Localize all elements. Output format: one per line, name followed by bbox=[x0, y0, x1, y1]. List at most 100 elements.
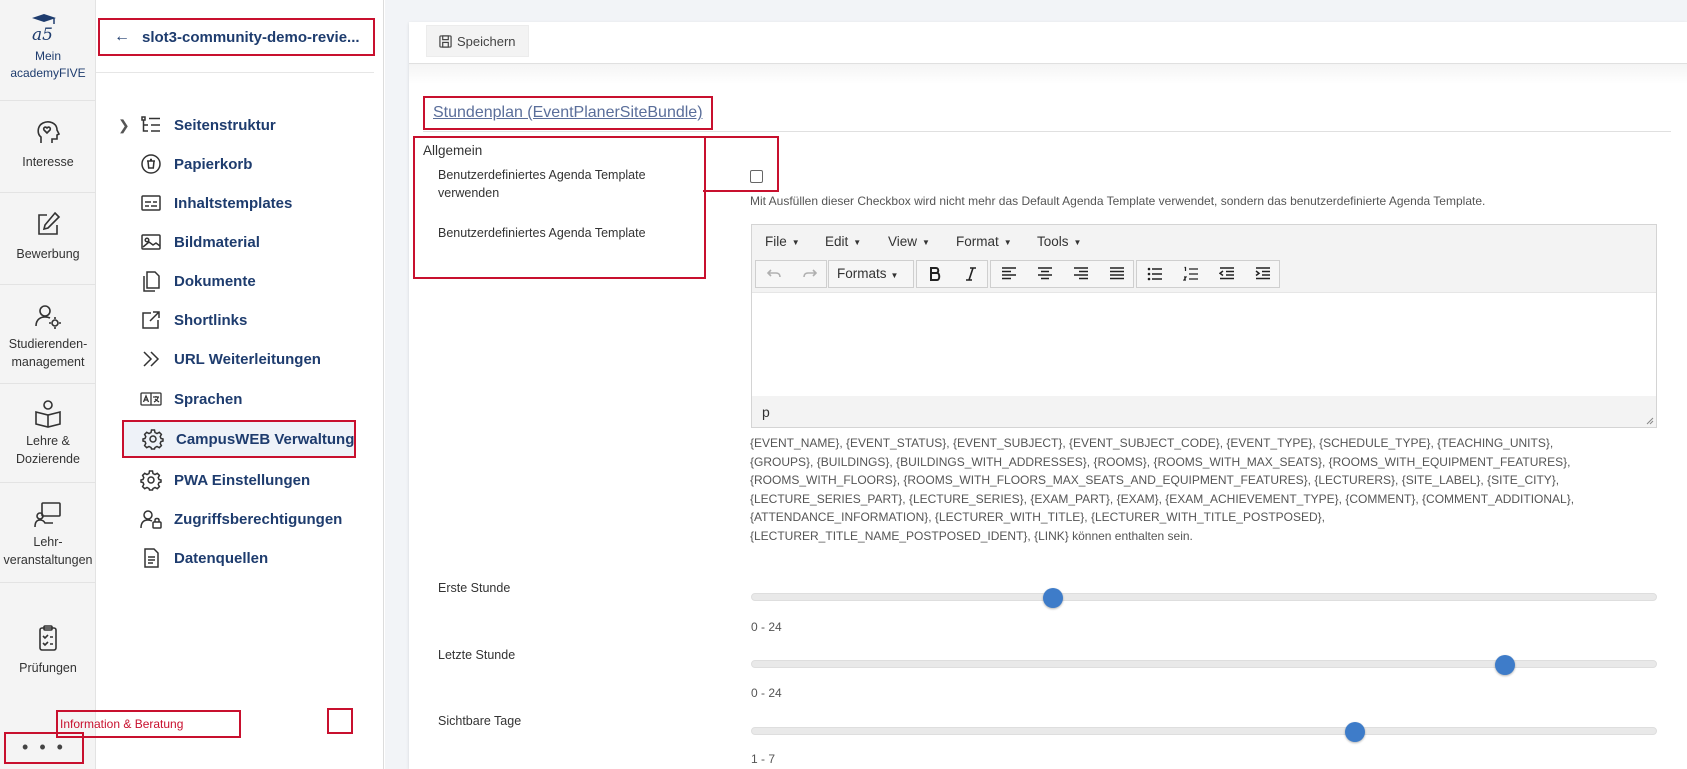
language-icon bbox=[140, 392, 162, 406]
indent-icon bbox=[1255, 267, 1270, 280]
element-path[interactable]: p bbox=[762, 404, 770, 420]
align-left-button[interactable] bbox=[991, 261, 1027, 287]
information-beratung-label[interactable]: Information & Beratung bbox=[56, 710, 241, 738]
menu-file[interactable]: File ▼ bbox=[765, 234, 800, 249]
checkbox-help-text: Mit Ausfüllen dieser Checkbox wird nicht… bbox=[750, 194, 1486, 208]
action-toolbar: Speichern bbox=[409, 22, 1687, 64]
external-link-icon bbox=[142, 311, 160, 329]
editor-content-area[interactable] bbox=[752, 293, 1656, 396]
placeholder-line: {EVENT_NAME}, {EVENT_STATUS}, {EVENT_SUB… bbox=[750, 436, 1554, 450]
caret-down-icon: ▼ bbox=[890, 271, 899, 280]
first-hour-range: 0 - 24 bbox=[751, 620, 782, 634]
indent-button[interactable] bbox=[1245, 261, 1281, 287]
nav-item-sprachen[interactable]: Sprachen bbox=[118, 380, 368, 418]
first-hour-slider[interactable] bbox=[751, 588, 1657, 608]
placeholder-line: {ATTENDANCE_INFORMATION}, {LECTURER_WITH… bbox=[750, 510, 1326, 524]
custom-template-checkbox-label: Benutzerdefiniertes Agenda Template verw… bbox=[438, 166, 646, 202]
align-right-icon bbox=[1074, 267, 1088, 280]
redo-button[interactable] bbox=[792, 261, 828, 287]
align-right-button[interactable] bbox=[1063, 261, 1099, 287]
align-center-button[interactable] bbox=[1027, 261, 1063, 287]
nav-divider bbox=[96, 72, 374, 73]
template-icon bbox=[141, 195, 161, 211]
rail-item-pruefungen[interactable]: Prüfungen bbox=[0, 582, 96, 700]
align-center-icon bbox=[1038, 267, 1052, 280]
nav-item-pwa-einstellungen[interactable]: PWA Einstellungen bbox=[118, 461, 368, 499]
rail-item-interesse[interactable]: Interesse bbox=[0, 100, 96, 192]
nav-item-label: Papierkorb bbox=[174, 155, 253, 173]
rail-item-label: Interesse bbox=[22, 155, 74, 169]
chevron-right-icon[interactable]: ❯ bbox=[118, 117, 132, 134]
formats-dropdown[interactable]: Formats ▼ bbox=[828, 260, 914, 288]
checkbox-label-line1: Benutzerdefiniertes Agenda Template bbox=[438, 168, 646, 182]
rail-item-lehrveranstaltungen[interactable]: Lehr- veranstaltungen bbox=[0, 482, 96, 582]
back-button[interactable]: ← slot3-community-demo-revie... bbox=[98, 18, 375, 56]
list-group bbox=[1136, 260, 1280, 288]
rail-item-label: Bewerbung bbox=[16, 247, 80, 261]
user-lock-icon bbox=[140, 510, 162, 529]
editor-menubar: File ▼ Edit ▼ View ▼ Format ▼ Tools ▼ bbox=[752, 225, 1656, 258]
visible-days-label: Sichtbare Tage bbox=[438, 714, 522, 728]
section-title-link[interactable]: Stundenplan (EventPlanerSiteBundle) bbox=[423, 96, 713, 130]
nav-item-datenquellen[interactable]: Datenquellen bbox=[118, 539, 368, 577]
double-chevron-icon bbox=[143, 351, 160, 367]
nav-item-label: Seitenstruktur bbox=[174, 116, 276, 134]
slider-thumb[interactable] bbox=[1043, 588, 1064, 608]
slider-thumb[interactable] bbox=[1344, 722, 1365, 742]
save-button-label: Speichern bbox=[457, 33, 516, 49]
settings-panel: Speichern Stundenplan (EventPlanerSiteBu… bbox=[409, 22, 1687, 769]
gear-icon bbox=[140, 470, 162, 491]
nav-item-bildmaterial[interactable]: Bildmaterial bbox=[118, 223, 368, 261]
numbered-list-button[interactable] bbox=[1173, 261, 1209, 287]
nav-item-inhaltstemplates[interactable]: Inhaltstemplates bbox=[118, 184, 368, 222]
book-person-icon bbox=[35, 400, 61, 428]
brand-home[interactable]: a5 Mein academyFIVE bbox=[0, 0, 96, 100]
rail-item-label-line2: Dozierende bbox=[16, 452, 80, 466]
rail-item-bewerbung[interactable]: Bewerbung bbox=[0, 192, 96, 284]
align-justify-button[interactable] bbox=[1099, 261, 1135, 287]
nav-item-seitenstruktur[interactable]: ❯ Seitenstruktur bbox=[118, 106, 368, 144]
template-editor-label: Benutzerdefiniertes Agenda Template bbox=[438, 226, 646, 240]
nav-item-papierkorb[interactable]: Papierkorb bbox=[118, 145, 368, 183]
save-button[interactable]: Speichern bbox=[426, 25, 529, 57]
documents-icon bbox=[143, 271, 160, 292]
caret-down-icon: ▼ bbox=[1003, 237, 1012, 247]
resize-handle-icon[interactable] bbox=[1644, 415, 1654, 425]
last-hour-label: Letzte Stunde bbox=[438, 648, 516, 662]
slider-thumb[interactable] bbox=[1495, 655, 1516, 675]
bold-button[interactable] bbox=[917, 261, 953, 287]
caret-down-icon: ▼ bbox=[922, 237, 930, 247]
nav-item-url-weiterleitungen[interactable]: URL Weiterleitungen bbox=[118, 340, 368, 378]
custom-template-checkbox[interactable] bbox=[750, 170, 763, 183]
nav-item-shortlinks[interactable]: Shortlinks bbox=[118, 301, 368, 339]
placeholder-line: {ROOMS_WITH_FLOORS}, {ROOMS_WITH_FLOORS_… bbox=[750, 473, 1560, 487]
checkbox-label-line2: verwenden bbox=[438, 186, 500, 200]
editor-toolbar: Formats ▼ bbox=[752, 258, 1656, 293]
outdent-button[interactable] bbox=[1209, 261, 1245, 287]
menu-view[interactable]: View ▼ bbox=[888, 234, 930, 249]
rail-item-studierendenmanagement[interactable]: Studierenden- management bbox=[0, 284, 96, 383]
rich-text-editor: File ▼ Edit ▼ View ▼ Format ▼ Tools ▼ Formats… bbox=[751, 224, 1657, 428]
rail-item-label-line1: Lehr- bbox=[33, 535, 63, 549]
italic-button[interactable] bbox=[953, 261, 989, 287]
nav-item-zugriffsberechtigungen[interactable]: Zugriffsberechtigungen bbox=[118, 500, 368, 538]
rail-item-lehre-dozierende[interactable]: Lehre & Dozierende bbox=[0, 383, 96, 482]
checkbox-highlight-box bbox=[703, 136, 779, 192]
bullet-list-button[interactable] bbox=[1137, 261, 1173, 287]
menu-format[interactable]: Format ▼ bbox=[956, 234, 1012, 249]
undo-button[interactable] bbox=[756, 261, 792, 287]
nav-item-dokumente[interactable]: Dokumente bbox=[118, 262, 368, 300]
toolbar-shadow bbox=[409, 64, 1687, 84]
menu-label: View bbox=[888, 234, 918, 249]
user-gear-icon bbox=[35, 305, 61, 329]
rail-item-label-line1: Lehre & bbox=[26, 434, 70, 448]
menu-tools[interactable]: Tools ▼ bbox=[1037, 234, 1081, 249]
nav-item-campusweb-verwaltung[interactable]: CampusWEB Verwaltung bbox=[122, 420, 356, 458]
section-divider bbox=[423, 131, 1671, 132]
gear-icon bbox=[142, 429, 164, 450]
highlight-box[interactable] bbox=[327, 708, 353, 734]
last-hour-slider[interactable] bbox=[751, 655, 1657, 675]
visible-days-slider[interactable] bbox=[751, 722, 1657, 742]
menu-edit[interactable]: Edit ▼ bbox=[825, 234, 861, 249]
clipboard-check-icon bbox=[39, 625, 57, 651]
